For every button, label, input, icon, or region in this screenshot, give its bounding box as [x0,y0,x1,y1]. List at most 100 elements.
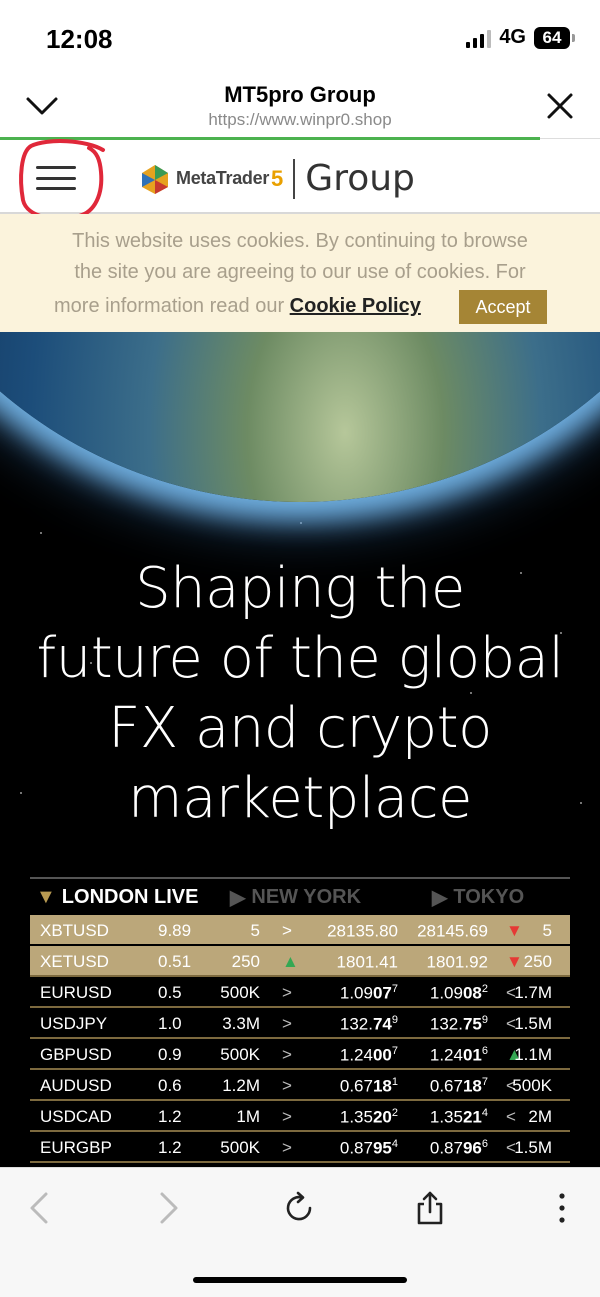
forward-icon[interactable] [152,1190,184,1226]
tab-tokyo[interactable]: ▶ TOKYO [432,885,524,910]
ticker-row[interactable]: EURGBP 1.2 500K >0.87954 0.87966 <1.5M [30,1132,570,1163]
ticker-ask-price: 1.09082 [430,983,488,1004]
ticker-bid-direction: > [282,983,292,1002]
ticker-spread: 1.2 [158,1107,182,1126]
ticker-row[interactable]: USDCAD 1.2 1M >1.35202 1.35214 <2M [30,1101,570,1132]
ticker-bid-price: 28135.80 [327,921,398,942]
accept-cookies-button[interactable]: Accept [459,290,547,324]
price-pips: 08 [462,983,482,1003]
ticker-row[interactable]: GBPUSD 0.9 500K >1.24007 1.24016 ▲ 1.1M [30,1039,570,1070]
ticker-row[interactable]: XBTUSD 9.89 5 >28135.80 28145.69 ▼ 5 [30,915,570,946]
ticker-row[interactable]: XETUSD 0.51 250 ▲ 1801.41 1801.92 ▼ 250 [30,946,570,977]
hero-line-2: future of the global [36,626,564,691]
price-fraction: 6 [481,1045,488,1057]
ticker-symbol: AUDUSD [40,1076,112,1095]
price-main: 1.09 [429,983,463,1003]
ticker-spread: 0.5 [158,983,182,1002]
price-fraction: 7 [391,983,398,995]
price-main: 1.24 [429,1045,463,1065]
ticker-ask-direction: ▼ [506,921,523,940]
close-icon[interactable] [546,92,574,120]
ticker-ask-price: 0.87966 [430,1138,488,1159]
ticker-bid-volume: 3.3M [222,1014,260,1033]
ticker-bid-price: 1801.41 [337,952,398,973]
ticker-bid-volume: 1.2M [222,1076,260,1095]
ticker-ask-volume: 1.1M [514,1045,552,1064]
ticker-bid-volume: 500K [220,1138,260,1157]
hero-line-3: FX and crypto [108,696,492,761]
price-pips: 18 [372,1076,392,1096]
annotation-circle [19,139,105,221]
ticker-bid-volume: 1M [236,1107,260,1126]
ticker-ask-price: 0.67187 [430,1076,488,1097]
ticker-bid-direction: > [282,1045,292,1064]
ticker-bid-volume: 500K [220,983,260,1002]
ticker-symbol: GBPUSD [40,1045,112,1064]
ticker-bid-price: 1.24007 [340,1045,398,1066]
price-main: 1801.92 [426,952,488,972]
site-logo[interactable]: MetaTrader 5 Group [140,158,415,199]
ticker-spread: 1.0 [158,1014,182,1033]
ticker-row[interactable]: AUDUSD 0.6 1.2M >0.67181 0.67187 <500K [30,1070,570,1101]
status-bar: 12:08 4G 64 [0,0,600,74]
ticker-ask-price: 1801.92 [427,952,488,973]
ticker-bid-price: 0.67181 [340,1076,398,1097]
status-time: 12:08 [46,24,113,54]
triangle-down-icon: ▼ [36,885,56,908]
page-title: MT5pro Group [224,82,376,107]
cookie-text-prefix: more information read our [54,295,290,317]
hero-headline: Shaping the future of the global FX and … [0,554,600,834]
price-main: 1.09 [339,983,373,1003]
ticker-bid-direction: ▲ [282,952,299,971]
ticker-row[interactable]: EURUSD 0.5 500K >1.09077 1.09082 <1.7M [30,977,570,1008]
ticker-ask-price: 28145.69 [417,921,488,942]
triangle-right-icon: ▶ [230,886,246,909]
ticker-bid-volume: 500K [220,1045,260,1064]
price-pips: 96 [462,1138,482,1158]
price-main: 0.67 [339,1076,373,1096]
browser-header: MT5pro Group https://www.winpr0.shop [0,74,600,140]
battery-icon: 64 [534,26,575,49]
tab-new-york[interactable]: ▶ NEW YORK [230,885,361,910]
browser-toolbar [0,1167,600,1297]
ticker-ask-volume: 250 [523,952,552,971]
price-main: 132. [429,1014,463,1034]
back-icon[interactable] [24,1190,56,1226]
price-main: 28135.80 [327,921,398,941]
ticker-ask-direction: < [506,1107,516,1126]
more-icon[interactable] [546,1190,578,1226]
price-fraction: 2 [481,983,488,995]
ticker-spread: 0.6 [158,1076,182,1095]
cookie-policy-link[interactable]: Cookie Policy [290,295,421,317]
ticker-ask-volume: 1.5M [514,1014,552,1033]
ticker-bid-direction: > [282,1076,292,1095]
ticker-row[interactable]: USDJPY 1.0 3.3M >132.749 132.759 <1.5M [30,1008,570,1039]
price-main: 1.35 [339,1107,373,1127]
triangle-right-icon: ▶ [432,886,448,909]
page-url[interactable]: https://www.winpr0.shop [0,110,600,130]
price-pips: 18 [462,1076,482,1096]
price-fraction: 1 [391,1076,398,1088]
earth-image [0,332,600,502]
ticker-bid-direction: > [282,1138,292,1157]
price-fraction: 4 [481,1107,488,1119]
ticker-ask-volume: 1.5M [514,1138,552,1157]
share-icon[interactable] [414,1190,446,1226]
ticker-ask-volume: 2M [528,1107,552,1126]
price-main: 0.87 [339,1138,373,1158]
signal-icon [466,28,492,48]
hero-line-1: Shaping the [135,556,465,621]
ticker-symbol: XBTUSD [40,921,109,940]
price-pips: 07 [372,983,392,1003]
reload-icon[interactable] [284,1190,316,1226]
price-pips: 75 [462,1014,482,1034]
tab-london-live[interactable]: ▼ LONDON LIVE [36,886,198,909]
price-pips: 00 [372,1045,392,1065]
tab-label: LONDON LIVE [61,885,199,908]
tab-label: TOKYO [453,885,525,908]
ticker-bid-price: 132.749 [340,1014,398,1035]
ticker-bid-volume: 5 [250,921,260,940]
price-fraction: 9 [481,1014,488,1026]
logo-number: 5 [271,165,284,191]
ticker-bid-direction: > [282,1107,292,1126]
